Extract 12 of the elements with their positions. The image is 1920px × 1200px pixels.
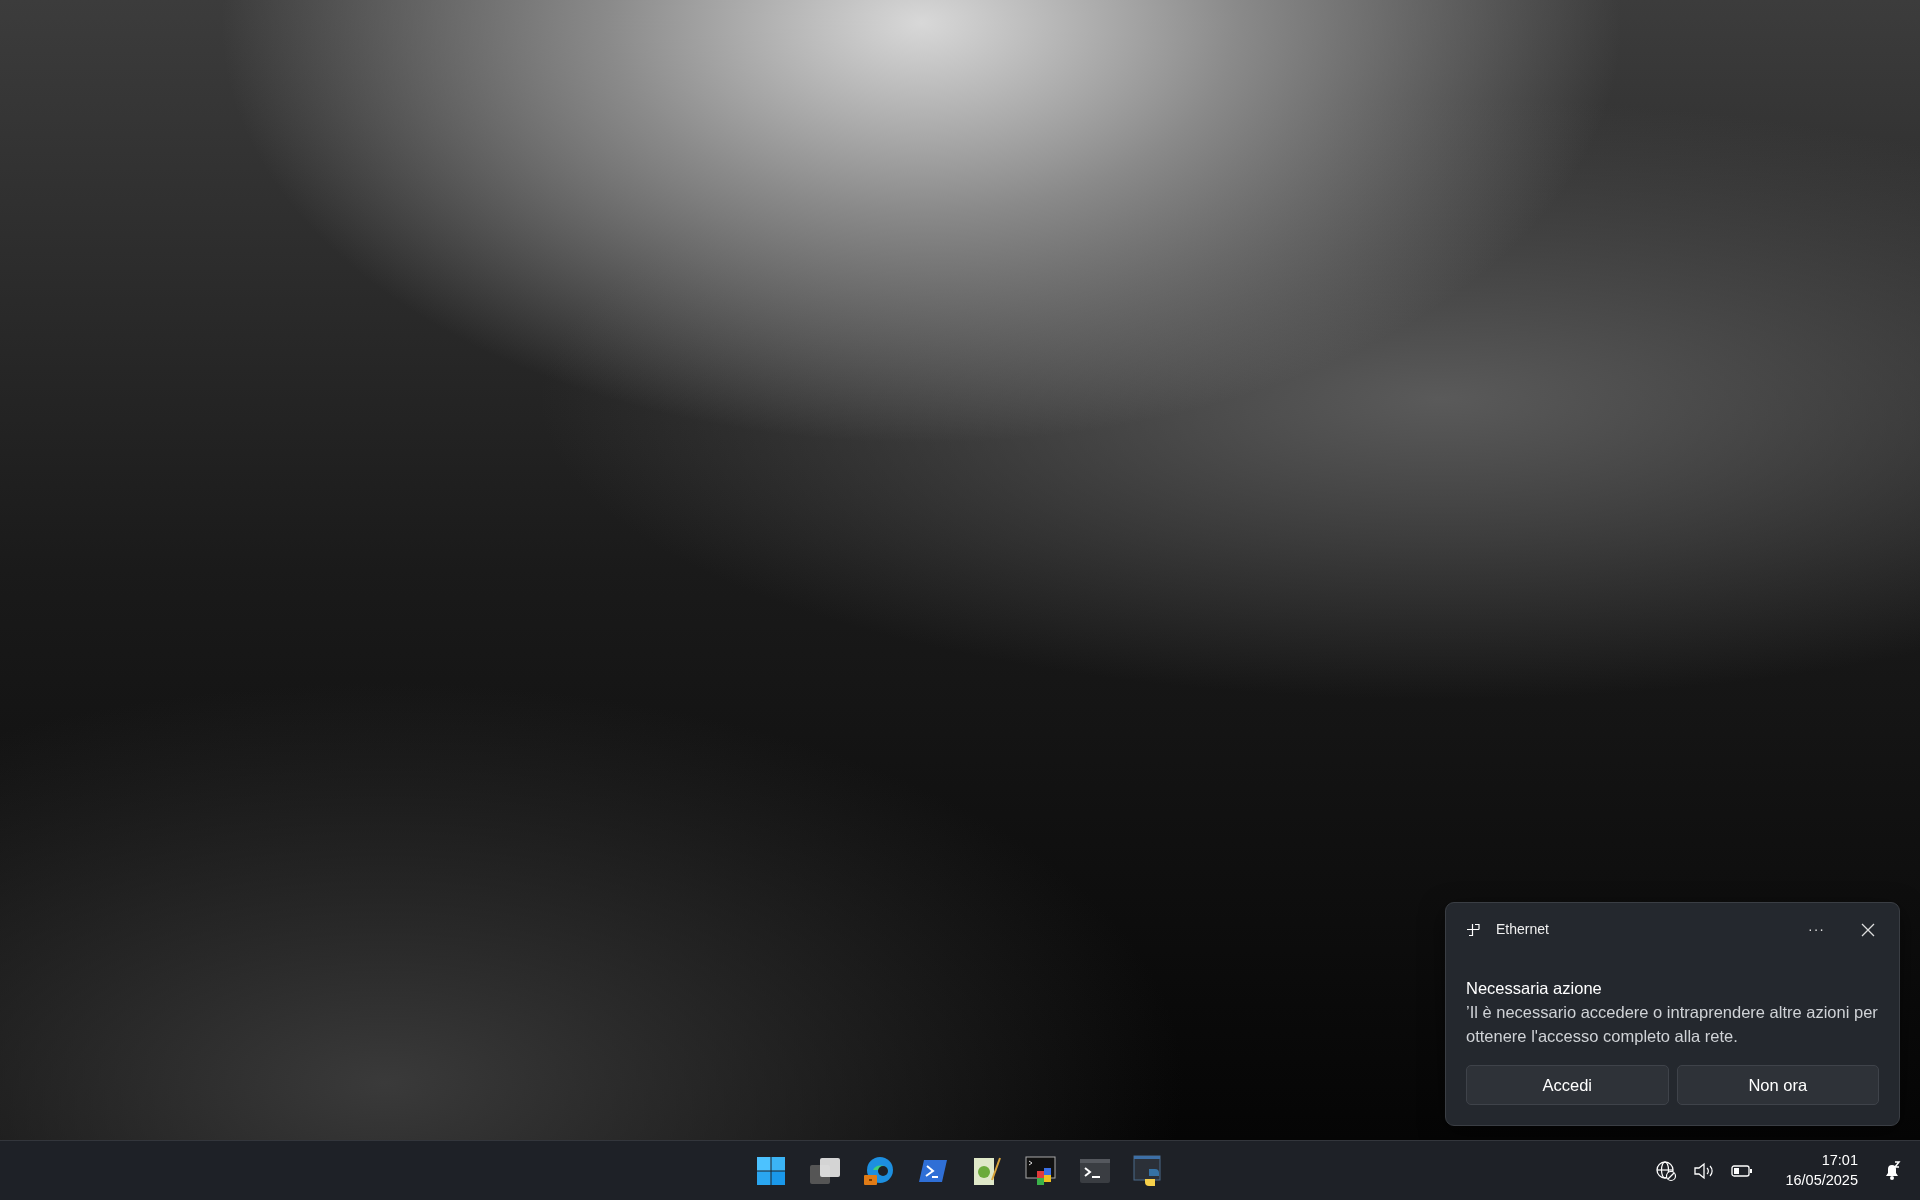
notification-message: ’Il è necessario accedere o intraprendere altre azioni per ottenere l'accesso completo alla rete.	[1466, 1002, 1879, 1048]
speaker-icon[interactable]	[1693, 1160, 1716, 1181]
app-name: Ethernet	[1496, 920, 1549, 940]
notification-title: Necessaria azione	[1466, 978, 1603, 1000]
more-options-button[interactable]: ···	[1800, 917, 1833, 943]
battery-icon[interactable]	[1731, 1163, 1754, 1178]
globe-icon[interactable]	[1655, 1159, 1678, 1182]
sign-in-button[interactable]: Accedi	[1466, 1065, 1669, 1105]
dismiss-button[interactable]: Non ora	[1676, 1065, 1879, 1105]
clock-date[interactable]: 16/05/2025	[1785, 1170, 1858, 1191]
clock-time[interactable]: 17:01	[1785, 1150, 1858, 1171]
network-icon	[1466, 922, 1480, 937]
